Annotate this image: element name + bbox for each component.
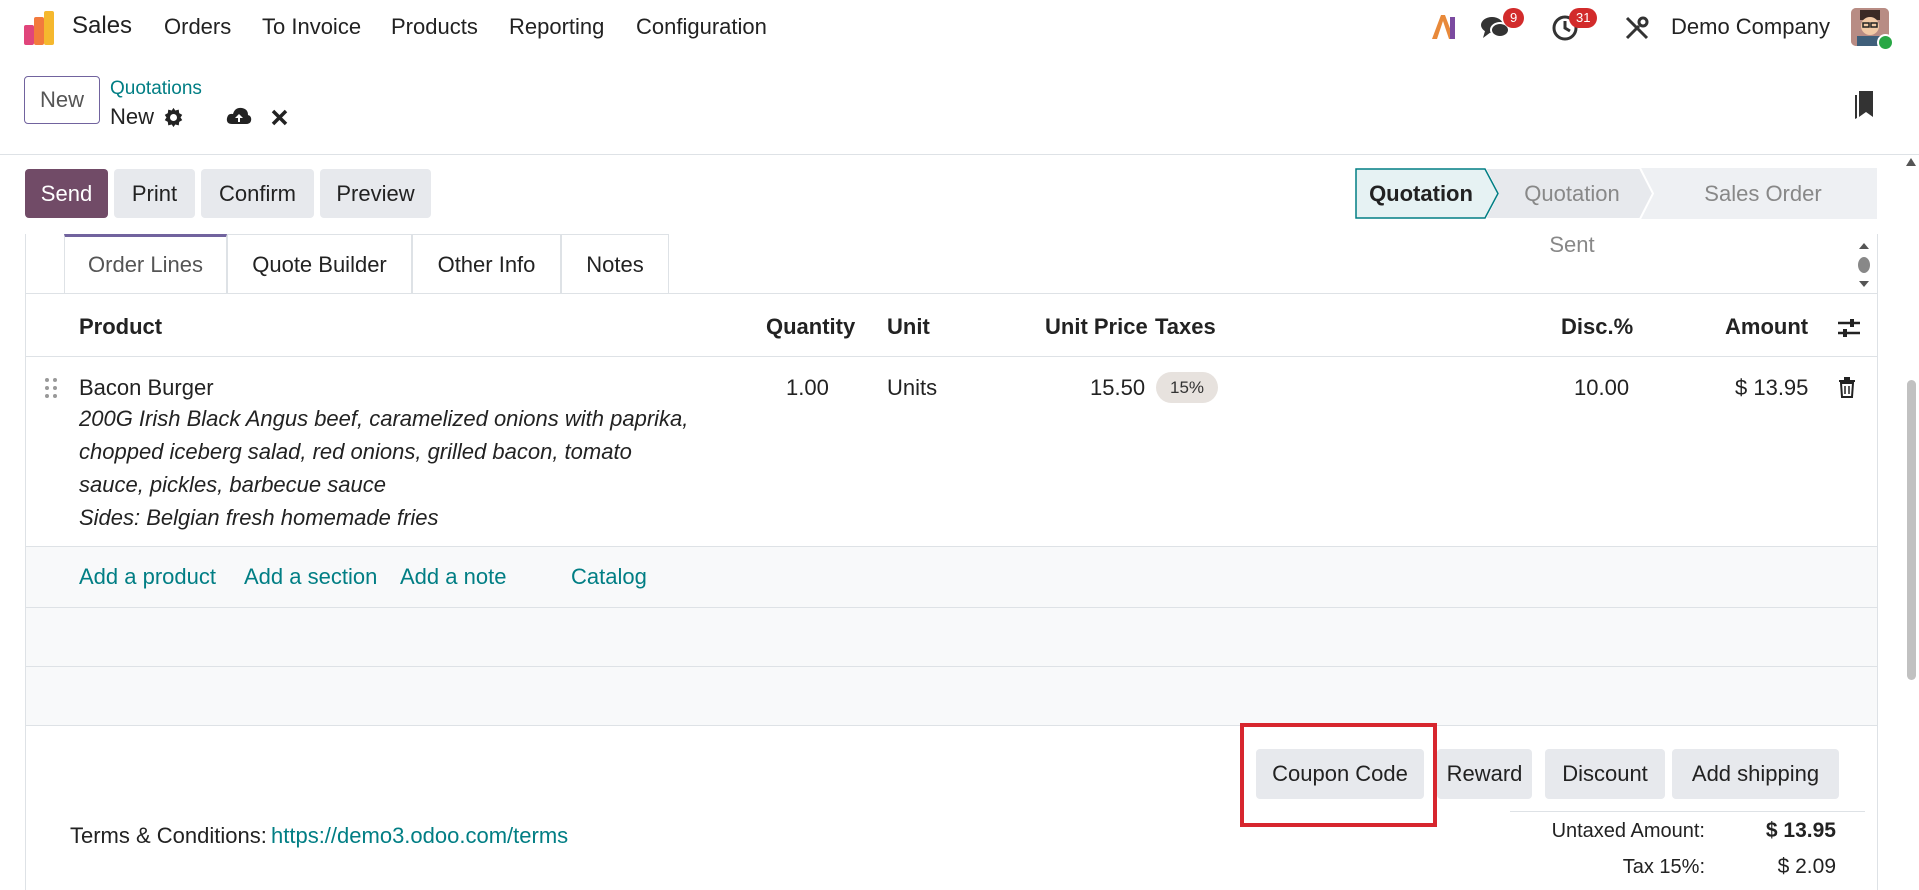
menu-configuration[interactable]: Configuration [636,14,767,40]
ai-icon[interactable] [1430,13,1458,41]
tab-other-info[interactable]: Other Info [412,234,561,294]
add-product-link[interactable]: Add a product [79,564,216,590]
col-unit-price[interactable]: Unit Price [1045,314,1148,340]
line-tax-badge[interactable]: 15% [1156,372,1219,403]
sales-app-icon[interactable] [22,11,58,47]
line-amount: $ 13.95 [1735,375,1809,400]
col-product[interactable]: Product [79,314,162,340]
tax-label: Tax 15%: [1622,856,1705,878]
description-line: 200G Irish Black Angus beef, caramelized… [79,406,689,431]
col-quantity[interactable]: Quantity [766,314,855,340]
untaxed-amount-value: $ 13.95 [1765,819,1836,842]
top-navbar: Sales Orders To Invoice Products Reporti… [0,0,1919,56]
stage-quotation[interactable]: Quotation [1355,168,1487,219]
scrollbar-thumb[interactable] [1907,380,1916,680]
menu-to-invoice[interactable]: To Invoice [262,14,361,40]
stage-sales-order[interactable]: Sales Order [1658,168,1868,219]
status-bar: Quotation Quotation Sent Sales Order [1355,168,1877,257]
print-button[interactable]: Print [114,169,195,218]
breadcrumb-quotations[interactable]: Quotations [110,78,202,100]
coupon-highlight-box [1240,723,1437,827]
discard-x-icon[interactable] [271,109,288,126]
tab-order-lines[interactable]: Order Lines [64,234,227,294]
col-amount[interactable]: Amount [1725,314,1808,340]
scroll-up-arrow-icon[interactable] [1906,158,1916,166]
drag-handle-icon[interactable] [44,377,58,399]
line-quantity[interactable]: 1.00 [786,375,829,401]
line-unit-price[interactable]: 15.50 [1090,375,1145,401]
add-note-link[interactable]: Add a note [400,564,506,590]
app-name[interactable]: Sales [72,12,132,40]
col-disc[interactable]: Disc.% [1561,314,1633,340]
new-button[interactable]: New [24,76,100,124]
tabs-divider [26,293,1877,294]
tab-quote-builder[interactable]: Quote Builder [227,234,412,294]
discount-button[interactable]: Discount [1545,749,1665,799]
tab-notes[interactable]: Notes [561,234,669,294]
description-line: sauce, pickles, barbecue sauce [79,472,386,497]
totals-divider [1510,811,1865,812]
bookmark-icon[interactable] [1853,89,1875,119]
breadcrumb-current: New [110,104,155,129]
optional-columns-icon[interactable] [1836,316,1862,340]
row-divider [26,607,1877,608]
row-divider [26,666,1877,667]
line-unit[interactable]: Units [887,375,937,401]
menu-orders[interactable]: Orders [164,14,231,40]
menu-reporting[interactable]: Reporting [509,14,604,40]
description-line: Sides: Belgian fresh homemade fries [79,505,439,530]
send-button[interactable]: Send [25,169,108,218]
terms-label: Terms & Conditions: [70,823,267,848]
debug-tools-icon[interactable] [1624,15,1650,41]
tax-value: $ 2.09 [1777,855,1836,878]
terms-link[interactable]: https://demo3.odoo.com/terms [271,823,568,849]
header-divider [26,356,1877,357]
company-switcher[interactable]: Demo Company [1671,14,1830,40]
online-status-dot [1877,34,1894,51]
confirm-button[interactable]: Confirm [201,169,314,218]
catalog-link[interactable]: Catalog [571,564,647,590]
menu-products[interactable]: Products [391,14,478,40]
gear-icon[interactable] [163,107,184,128]
line-discount[interactable]: 10.00 [1574,375,1629,401]
save-cloud-icon[interactable] [226,106,252,128]
add-shipping-button[interactable]: Add shipping [1672,749,1839,799]
line-product-name[interactable]: Bacon Burger [79,375,214,401]
line-description[interactable]: 200G Irish Black Angus beef, caramelized… [79,402,688,534]
tabs-scroll-indicator[interactable] [1856,240,1872,290]
control-panel: New Quotations New [0,56,1919,155]
activities-badge: 31 [1569,8,1598,28]
stage-quotation-sent[interactable]: Quotation Sent [1502,168,1642,257]
reward-button[interactable]: Reward [1437,749,1532,799]
untaxed-amount-label: Untaxed Amount: [1551,820,1705,842]
delete-trash-icon[interactable] [1838,377,1856,398]
add-section-link[interactable]: Add a section [244,564,377,590]
preview-button[interactable]: Preview [320,169,431,218]
messages-badge: 9 [1503,8,1525,28]
description-line: chopped iceberg salad, red onions, grill… [79,439,632,464]
col-taxes[interactable]: Taxes [1155,314,1216,340]
col-unit[interactable]: Unit [887,314,930,340]
